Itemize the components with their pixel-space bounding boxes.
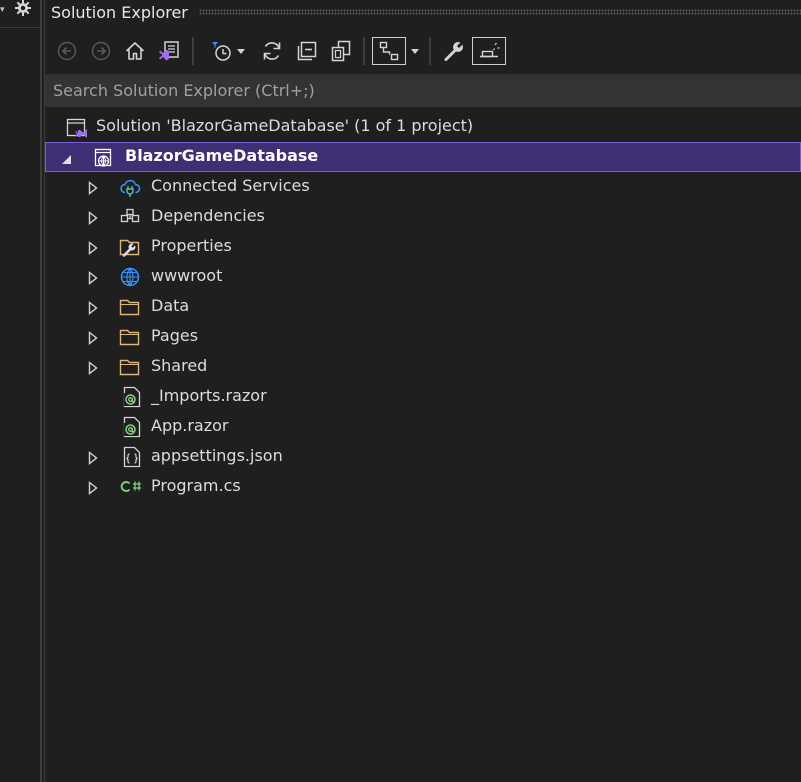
home-icon xyxy=(124,40,146,62)
collapsed-arrow-icon[interactable] xyxy=(87,210,99,225)
toolbar-separator xyxy=(192,37,194,65)
panel-splitter[interactable] xyxy=(40,0,42,782)
switch-views-icon xyxy=(157,39,181,63)
folder-icon xyxy=(119,296,141,318)
tree-item-label: Connected Services xyxy=(151,176,310,195)
pending-changes-filter-icon xyxy=(209,39,235,63)
collapsed-arrow-icon[interactable] xyxy=(87,450,99,465)
tree-item[interactable]: Pages xyxy=(45,322,801,352)
title-bar-grip[interactable] xyxy=(199,9,801,15)
pending-changes-filter-button[interactable] xyxy=(203,37,253,65)
project-label: BlazorGameDatabase xyxy=(125,146,319,165)
tree-item[interactable]: Shared xyxy=(45,352,801,382)
panel-title-bar[interactable]: Solution Explorer xyxy=(45,0,801,26)
view-class-diagram-button[interactable] xyxy=(372,37,406,65)
collapse-all-icon xyxy=(295,39,319,63)
chevron-down-icon xyxy=(235,46,247,56)
tree-item[interactable]: Data xyxy=(45,292,801,322)
tree-item[interactable]: wwwroot xyxy=(45,262,801,292)
properties-wrench-icon xyxy=(442,39,466,63)
collapsed-arrow-icon[interactable] xyxy=(87,300,99,315)
show-all-files-icon xyxy=(329,39,353,63)
razor-file-icon xyxy=(121,416,143,438)
folder-icon xyxy=(119,356,141,378)
forward-arrow-icon xyxy=(91,41,111,61)
collapsed-arrow-icon[interactable] xyxy=(87,240,99,255)
collapsed-arrow-icon[interactable] xyxy=(87,330,99,345)
tree-item-label: wwwroot xyxy=(151,266,223,285)
sync-refresh-icon xyxy=(260,39,284,63)
search-input[interactable]: Search Solution Explorer (Ctrl+;) xyxy=(45,74,801,107)
tree-item-label: Pages xyxy=(151,326,199,345)
collapse-all-button[interactable] xyxy=(293,37,321,65)
toolbar-separator xyxy=(363,37,365,65)
collapsed-arrow-icon[interactable] xyxy=(87,270,99,285)
tree-item-label: App.razor xyxy=(151,416,229,435)
chevron-down-icon[interactable]: ▾ xyxy=(0,6,5,15)
tree-item-label: appsettings.json xyxy=(151,446,283,465)
solution-icon xyxy=(65,116,87,138)
preview-selected-items-icon xyxy=(477,39,501,63)
view-class-diagram-icon xyxy=(377,39,401,63)
tree-item[interactable]: appsettings.json xyxy=(45,442,801,472)
tree-item[interactable]: Properties xyxy=(45,232,801,262)
expanded-arrow-icon[interactable] xyxy=(61,151,73,165)
solution-explorer-panel: Solution Explorer Search Solution Explor… xyxy=(45,0,801,782)
collapsed-arrow-icon[interactable] xyxy=(87,480,99,495)
tree-row-solution[interactable]: Solution 'BlazorGameDatabase' (1 of 1 pr… xyxy=(45,112,801,142)
left-panel-divider xyxy=(0,27,40,28)
tree-item-label: Program.cs xyxy=(151,476,241,495)
tree-item-label: Dependencies xyxy=(151,206,265,225)
tree-item-label: _Imports.razor xyxy=(151,386,267,405)
forward-button[interactable] xyxy=(89,37,113,65)
properties-folder-icon xyxy=(119,236,141,258)
refresh-button[interactable] xyxy=(258,37,286,65)
search-placeholder: Search Solution Explorer (Ctrl+;) xyxy=(53,81,315,100)
tree-item[interactable]: _Imports.razor xyxy=(45,382,801,412)
panel-title: Solution Explorer xyxy=(51,3,188,22)
show-all-files-button[interactable] xyxy=(327,37,355,65)
tree-row-project[interactable]: BlazorGameDatabase xyxy=(45,142,801,172)
csharp-file-icon xyxy=(119,476,141,498)
collapsed-arrow-icon[interactable] xyxy=(87,360,99,375)
tree-item-label: Properties xyxy=(151,236,232,255)
back-button[interactable] xyxy=(55,37,79,65)
tree-item[interactable]: Program.cs xyxy=(45,472,801,502)
collapsed-arrow-icon[interactable] xyxy=(87,180,99,195)
tree-item-label: Data xyxy=(151,296,190,315)
properties-button[interactable] xyxy=(440,37,468,65)
left-docked-panel-strip: ▾ xyxy=(0,0,40,782)
tree-item[interactable]: Dependencies xyxy=(45,202,801,232)
folder-icon xyxy=(119,326,141,348)
gear-icon[interactable] xyxy=(14,0,32,17)
tree-item[interactable]: Connected Services xyxy=(45,172,801,202)
dependencies-icon xyxy=(119,206,141,228)
connected-services-icon xyxy=(119,176,141,198)
left-panel-header: ▾ xyxy=(0,0,40,26)
razor-file-icon xyxy=(121,386,143,408)
chevron-down-icon xyxy=(409,46,421,56)
home-button[interactable] xyxy=(122,37,148,65)
back-arrow-icon xyxy=(57,41,77,61)
json-file-icon xyxy=(121,446,143,468)
class-diagram-dropdown[interactable] xyxy=(407,37,423,65)
solution-label: Solution 'BlazorGameDatabase' (1 of 1 pr… xyxy=(96,116,474,135)
globe-icon xyxy=(119,266,141,288)
switch-views-button[interactable] xyxy=(155,37,183,65)
web-project-icon xyxy=(92,147,114,169)
tree-item[interactable]: App.razor xyxy=(45,412,801,442)
preview-selected-items-button[interactable] xyxy=(472,37,506,65)
tree-item-label: Shared xyxy=(151,356,208,375)
toolbar-separator xyxy=(429,37,431,65)
solution-explorer-toolbar xyxy=(45,33,801,71)
